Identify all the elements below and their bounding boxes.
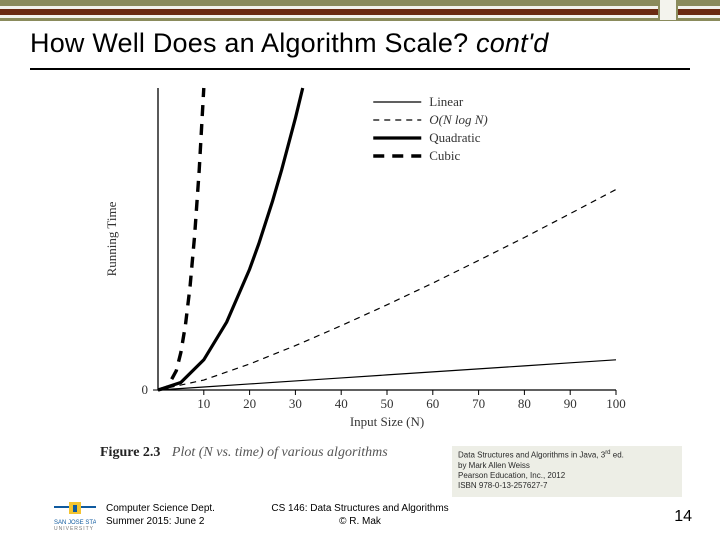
page-title: How Well Does an Algorithm Scale? cont'd: [30, 28, 690, 59]
source-line1: Data Structures and Algorithms in Java, …: [458, 450, 676, 461]
footer-center: CS 146: Data Structures and Algorithms ©…: [0, 502, 720, 528]
slide: How Well Does an Algorithm Scale? cont'd…: [0, 0, 720, 540]
source-line1-a: Data Structures and Algorithms in Java, …: [458, 451, 605, 460]
svg-text:40: 40: [335, 396, 348, 411]
source-line3: Pearson Education, Inc., 2012: [458, 471, 676, 481]
footer-copyright: © R. Mak: [0, 515, 720, 528]
chart-svg: 10 20 30 40 50 60 70 80 90 100 0 Input Size (N) Runn…: [100, 78, 630, 438]
svg-text:10: 10: [197, 396, 210, 411]
footer-course: CS 146: Data Structures and Algorithms: [0, 502, 720, 515]
svg-text:30: 30: [289, 396, 302, 411]
svg-text:80: 80: [518, 396, 531, 411]
svg-text:Input Size (N): Input Size (N): [350, 414, 424, 429]
title-main: How Well Does an Algorithm Scale?: [30, 28, 468, 58]
slide-number: 14: [674, 508, 692, 526]
caption-label: Figure 2.3: [100, 445, 160, 460]
svg-text:Running Time: Running Time: [104, 201, 119, 276]
svg-text:Linear: Linear: [429, 94, 464, 109]
svg-text:Cubic: Cubic: [429, 148, 460, 163]
svg-text:0: 0: [142, 382, 149, 397]
svg-text:Quadratic: Quadratic: [429, 130, 480, 145]
svg-text:60: 60: [426, 396, 439, 411]
svg-text:70: 70: [472, 396, 485, 411]
source-line4: ISBN 978-0-13-257627-7: [458, 481, 676, 491]
svg-text:O(N log N): O(N log N): [429, 112, 488, 127]
chart-running-time-vs-n: 10 20 30 40 50 60 70 80 90 100 0 Input Size (N) Runn…: [100, 78, 630, 438]
source-line2: by Mark Allen Weiss: [458, 461, 676, 471]
svg-text:50: 50: [381, 396, 394, 411]
caption-text: Plot (N vs. time) of various algorithms: [172, 445, 388, 460]
tab-decor: [658, 0, 678, 20]
source-citation: Data Structures and Algorithms in Java, …: [452, 446, 682, 497]
figure-caption: Figure 2.3 Plot (N vs. time) of various …: [100, 445, 388, 461]
svg-text:20: 20: [243, 396, 256, 411]
title-underline: [30, 68, 690, 70]
title-contd: cont'd: [476, 28, 548, 58]
svg-text:100: 100: [606, 396, 626, 411]
bar-olive-thin: [0, 18, 720, 21]
svg-text:90: 90: [564, 396, 577, 411]
source-line1-b: ed.: [611, 451, 624, 460]
top-decorative-bars: [0, 0, 720, 21]
